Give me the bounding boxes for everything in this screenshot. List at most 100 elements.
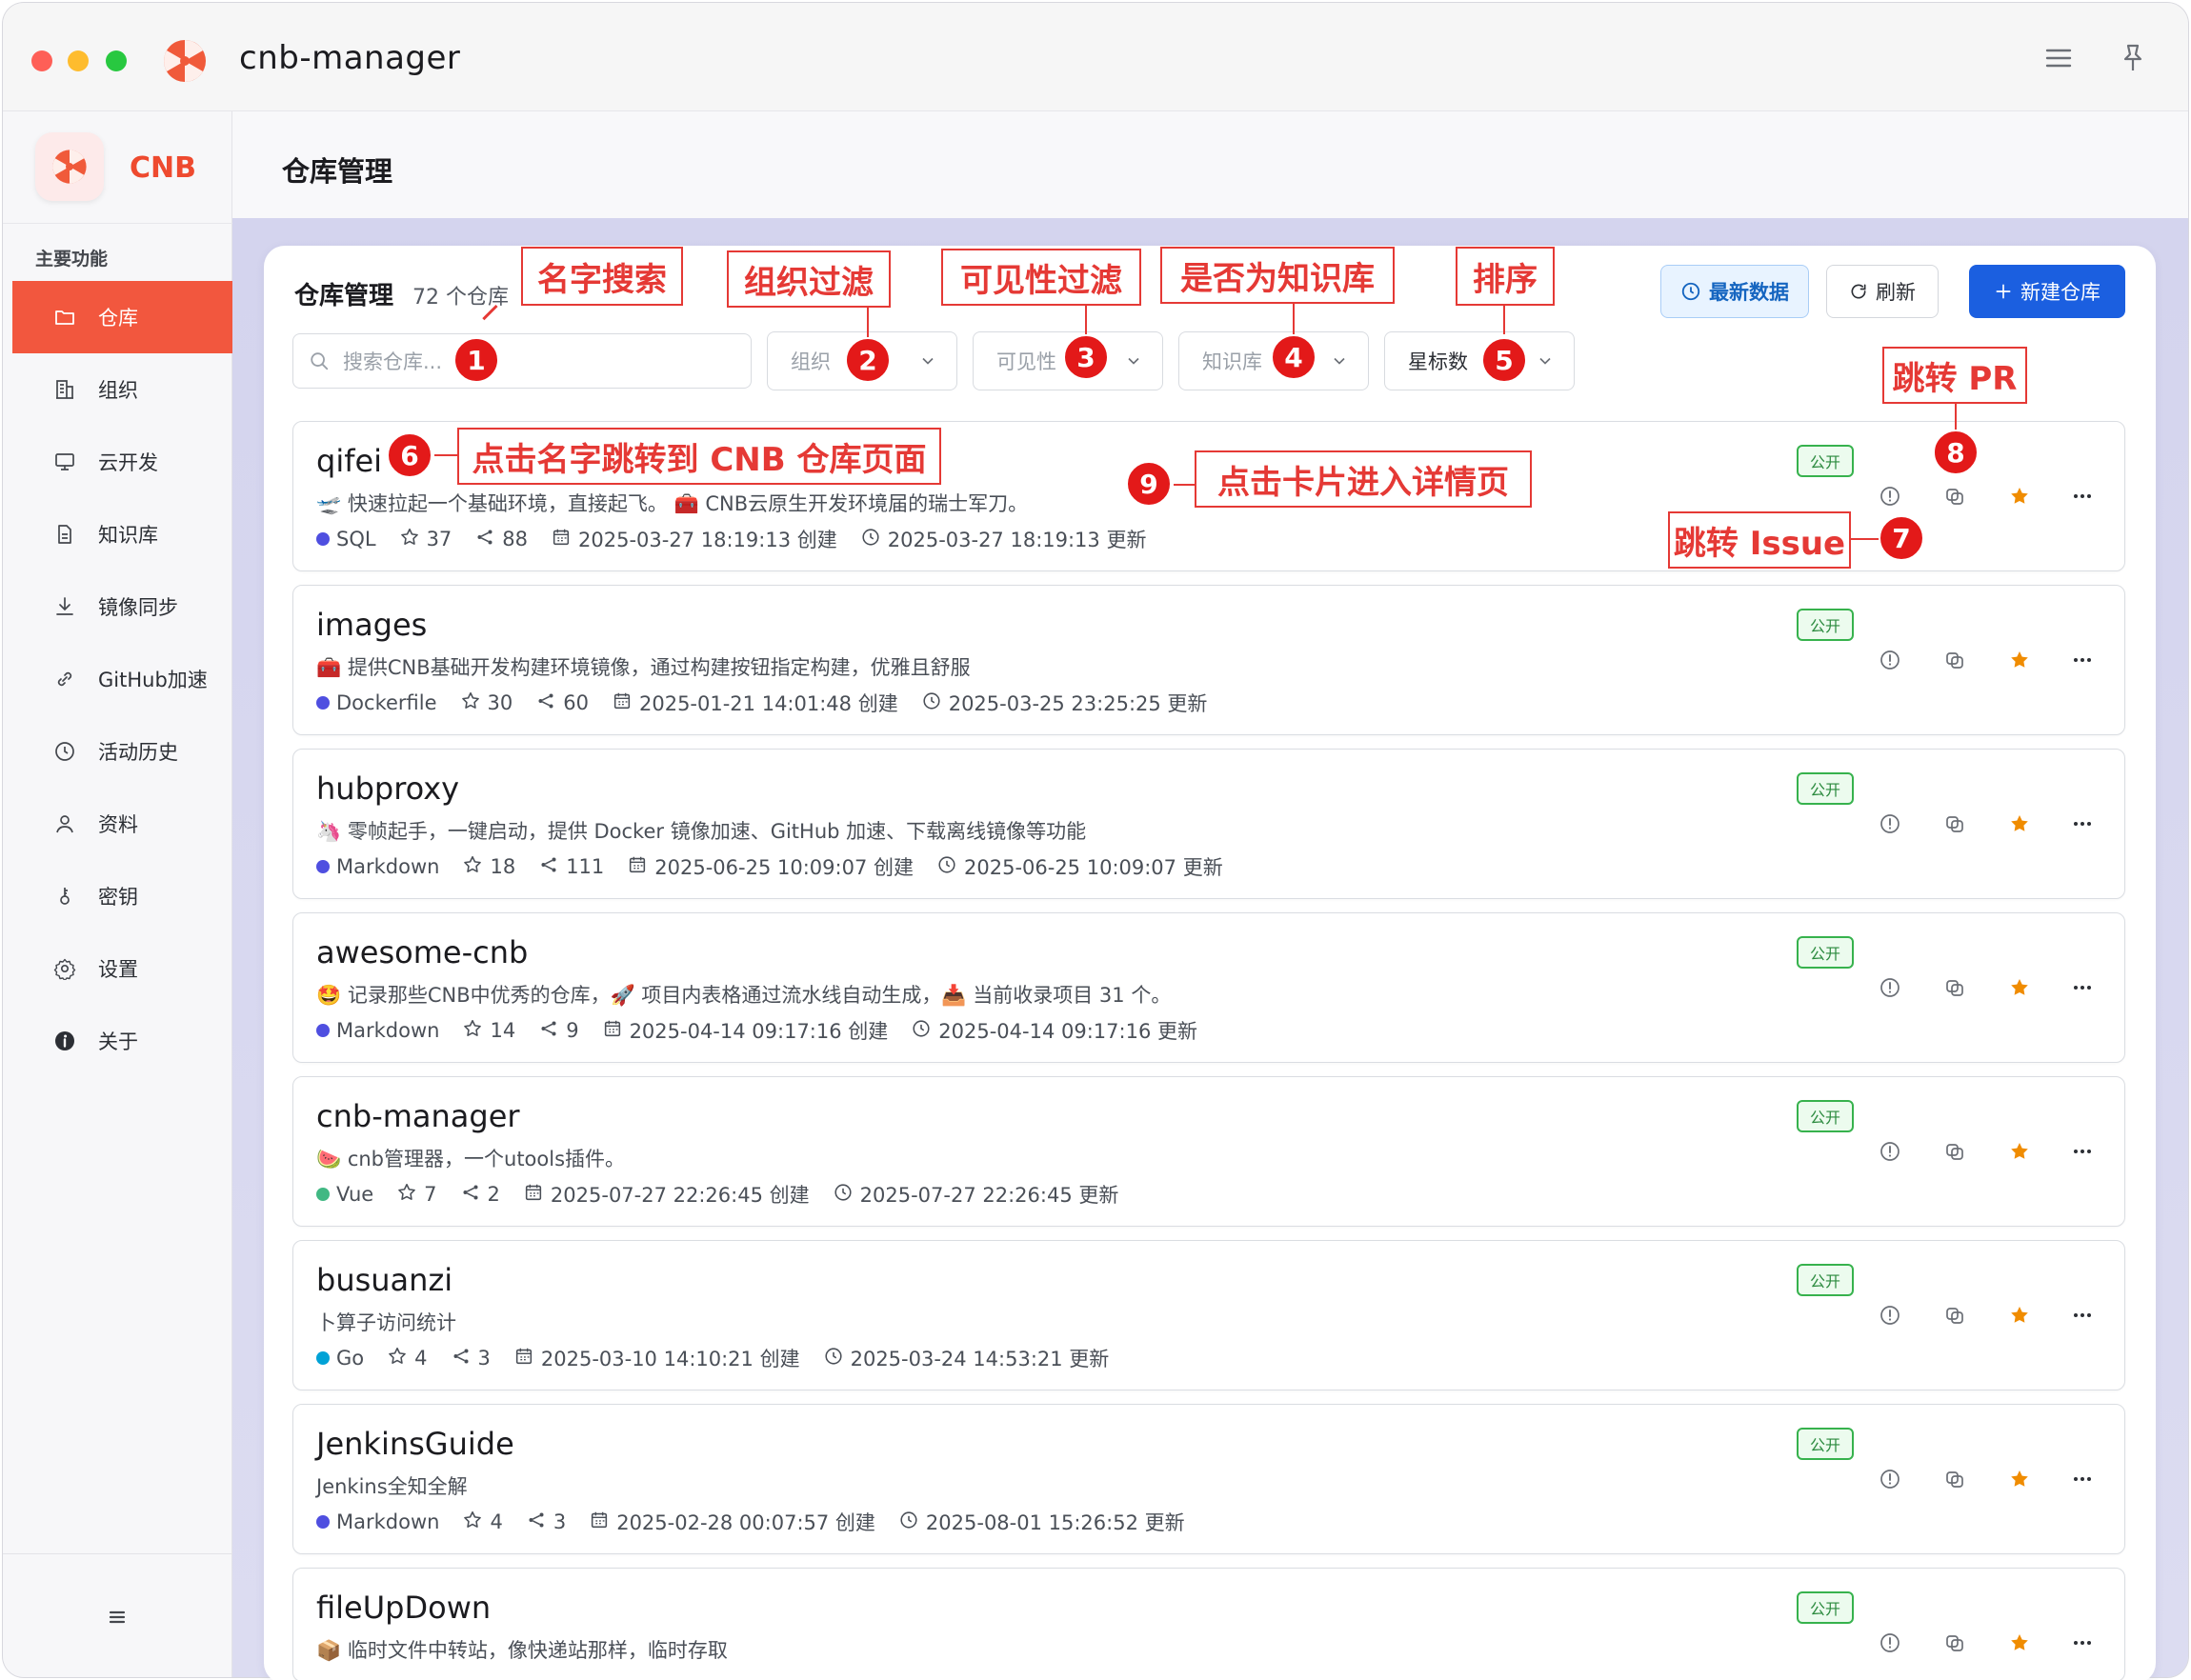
stars-count: 37 xyxy=(426,528,452,550)
repo-updated: 2025-03-27 18:19:13 更新 xyxy=(860,525,1146,553)
more-options-icon[interactable] xyxy=(2069,974,2096,1001)
repo-name-link[interactable]: awesome-cnb xyxy=(316,934,528,970)
repo-name-link[interactable]: qifei xyxy=(316,443,382,479)
star-icon[interactable] xyxy=(2006,647,2033,673)
maximize-window-button[interactable] xyxy=(106,50,127,71)
sidebar-item-cloud-dev[interactable]: 云开发 xyxy=(3,426,232,498)
sidebar-item-about[interactable]: 关于 xyxy=(3,1005,232,1077)
minimize-window-button[interactable] xyxy=(68,50,89,71)
menu-icon[interactable] xyxy=(2041,41,2076,75)
search-input[interactable]: 搜索仓库... xyxy=(292,333,752,389)
sidebar-item-knowledge[interactable]: 知识库 xyxy=(3,498,232,570)
language-label: Dockerfile xyxy=(336,691,437,714)
more-options-icon[interactable] xyxy=(2069,1138,2096,1165)
updated-time: 2025-08-01 15:26:52 更新 xyxy=(925,1511,1185,1534)
sidebar-item-label: GitHub加速 xyxy=(98,669,208,691)
star-icon[interactable] xyxy=(2006,1138,2033,1165)
more-options-icon[interactable] xyxy=(2069,1466,2096,1492)
star-icon[interactable] xyxy=(2006,1466,2033,1492)
updated-time: 2025-03-24 14:53:21 更新 xyxy=(850,1348,1110,1370)
stars-count: 18 xyxy=(490,855,516,878)
annotation-line-4 xyxy=(1293,304,1295,334)
annotation-label-3: 可见性过滤 xyxy=(941,249,1141,306)
pull-request-icon[interactable] xyxy=(1941,1138,1968,1165)
repo-name-link[interactable]: cnb-manager xyxy=(316,1098,520,1134)
star-icon[interactable] xyxy=(2006,1630,2033,1656)
issue-icon[interactable] xyxy=(1877,974,1903,1001)
repo-description: 🛫 快速拉起一个基础环境，直接起飞。 🧰 CNB云原生开发环境届的瑞士军刀。 xyxy=(316,492,1029,515)
issue-icon[interactable] xyxy=(1877,1138,1903,1165)
user-icon xyxy=(52,811,77,836)
repo-card[interactable]: JenkinsGuide Jenkins全知全解 Markdown 4 3 2025-02… xyxy=(292,1404,2125,1554)
pull-request-icon[interactable] xyxy=(1941,483,1968,510)
more-options-icon[interactable] xyxy=(2069,647,2096,673)
sidebar-item-orgs[interactable]: 组织 xyxy=(3,353,232,426)
repo-name-link[interactable]: fileUpDown xyxy=(316,1590,491,1626)
star-icon[interactable] xyxy=(2006,974,2033,1001)
repo-name-link[interactable]: busuanzi xyxy=(316,1262,452,1298)
repo-description: Jenkins全知全解 xyxy=(316,1475,468,1498)
repo-card[interactable]: awesome-cnb 🤩 记录那些CNB中优秀的仓库，🚀 项目内表格通过流水线自… xyxy=(292,912,2125,1063)
repo-name-link[interactable]: JenkinsGuide xyxy=(316,1426,514,1462)
repo-card[interactable]: hubproxy 🦄 零帧起手，一键启动，提供 Docker 镜像加速、GitHu… xyxy=(292,749,2125,899)
annotation-marker-7: 7 xyxy=(1879,515,1924,561)
stars-count: 7 xyxy=(424,1183,437,1206)
pull-request-icon[interactable] xyxy=(1941,647,1968,673)
repo-card[interactable]: busuanzi 卜算子访问统计 Go 4 3 2025-03-10 14:10:21 创… xyxy=(292,1240,2125,1390)
issue-icon[interactable] xyxy=(1877,647,1903,673)
sort-select[interactable]: 星标数 xyxy=(1384,331,1575,390)
issue-icon[interactable] xyxy=(1877,1630,1903,1656)
refresh-label: 刷新 xyxy=(1876,281,1916,304)
pull-request-icon[interactable] xyxy=(1941,1302,1968,1329)
repo-language: Vue xyxy=(316,1183,373,1206)
annotation-line-9 xyxy=(1174,484,1195,486)
calendar-icon xyxy=(602,1018,623,1044)
sidebar-item-mirror-sync[interactable]: 镜像同步 xyxy=(3,570,232,643)
repo-updated: 2025-06-25 10:09:07 更新 xyxy=(936,852,1223,881)
refresh-button[interactable]: 刷新 xyxy=(1826,265,1939,318)
repo-card[interactable]: fileUpDown 📦 临时文件中转站，像快递站那样，临时存取 公开 xyxy=(292,1568,2125,1680)
more-options-icon[interactable] xyxy=(2069,483,2096,510)
star-icon[interactable] xyxy=(2006,810,2033,837)
pull-request-icon[interactable] xyxy=(1941,810,1968,837)
stars-count: 4 xyxy=(414,1347,428,1370)
pin-icon[interactable] xyxy=(2116,41,2150,75)
more-options-icon[interactable] xyxy=(2069,1302,2096,1329)
issue-icon[interactable] xyxy=(1877,810,1903,837)
sidebar-item-github-accel[interactable]: GitHub加速 xyxy=(3,643,232,715)
issue-icon[interactable] xyxy=(1877,1302,1903,1329)
annotation-label-9: 点击卡片进入详情页 xyxy=(1195,450,1532,508)
repo-card[interactable]: images 🧰 提供CNB基础开发构建环境镜像，通过构建按钮指定构建，优雅且舒服… xyxy=(292,585,2125,735)
repo-name-link[interactable]: hubproxy xyxy=(316,770,459,807)
repo-language: Dockerfile xyxy=(316,691,437,714)
sidebar-item-repos[interactable]: 仓库 xyxy=(12,281,232,353)
updated-time: 2025-04-14 09:17:16 更新 xyxy=(938,1020,1197,1043)
close-window-button[interactable] xyxy=(31,50,52,71)
sidebar-item-keys[interactable]: 密钥 xyxy=(3,860,232,932)
star-icon[interactable] xyxy=(2006,1302,2033,1329)
sidebar-item-settings[interactable]: 设置 xyxy=(3,932,232,1005)
repo-meta: Markdown 4 3 2025-02-28 00:07:57 创建 2025-08-… xyxy=(316,1508,1208,1536)
collapse-sidebar-icon[interactable] xyxy=(106,1606,129,1632)
new-repo-button[interactable]: 新建仓库 xyxy=(1969,265,2125,318)
repo-card[interactable]: cnb-manager 🍉 cnb管理器，一个utools插件。 Vue 7 2 2025… xyxy=(292,1076,2125,1227)
sidebar-item-profile[interactable]: 资料 xyxy=(3,788,232,860)
visibility-badge: 公开 xyxy=(1797,609,1854,641)
more-options-icon[interactable] xyxy=(2069,810,2096,837)
issue-icon[interactable] xyxy=(1877,483,1903,510)
sidebar-item-label: 活动历史 xyxy=(98,741,178,764)
sidebar-item-activity[interactable]: 活动历史 xyxy=(3,715,232,788)
repo-description: 🧰 提供CNB基础开发构建环境镜像，通过构建按钮指定构建，优雅且舒服 xyxy=(316,656,971,679)
star-icon[interactable] xyxy=(2006,483,2033,510)
repo-name-link[interactable]: images xyxy=(316,607,427,643)
pull-request-icon[interactable] xyxy=(1941,974,1968,1001)
annotation-marker-9: 9 xyxy=(1126,461,1172,507)
pull-request-icon[interactable] xyxy=(1941,1466,1968,1492)
pull-request-icon[interactable] xyxy=(1941,1630,1968,1656)
more-options-icon[interactable] xyxy=(2069,1630,2096,1656)
annotation-line-7 xyxy=(1851,538,1879,540)
issue-icon[interactable] xyxy=(1877,1466,1903,1492)
chevron-down-icon xyxy=(1539,357,1551,365)
latest-data-button[interactable]: 最新数据 xyxy=(1660,265,1809,318)
updated-time: 2025-07-27 22:26:45 更新 xyxy=(859,1184,1119,1207)
